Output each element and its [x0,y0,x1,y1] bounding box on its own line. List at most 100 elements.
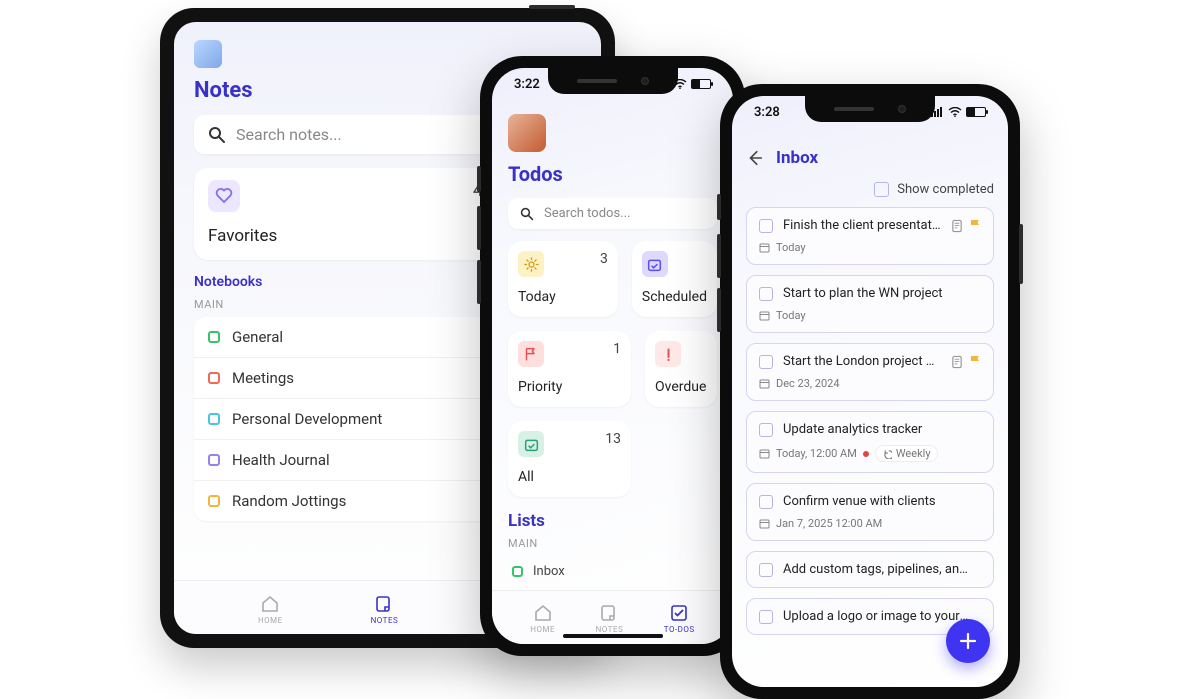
flag-icon [969,219,981,233]
search-placeholder: Search todos... [544,206,630,221]
calendar-icon [759,448,770,459]
todo-checkbox[interactable] [759,563,773,577]
battery-icon [966,107,986,117]
todo-title: Finish the client presentation [783,218,941,233]
check-icon [669,603,689,623]
checkbox-icon [874,182,889,197]
favorites-card[interactable]: 4 Favorites [194,168,497,260]
priority-count: 1 [613,341,621,357]
alert-icon [655,341,681,367]
overdue-card[interactable]: Overdue [645,331,717,407]
home-indicator[interactable] [563,634,663,638]
clock: 3:28 [754,105,780,120]
tab-home-label: HOME [258,616,283,625]
todo-title: Upload a logo or image to your b... [783,609,971,624]
tab-home-label: HOME [530,625,555,634]
home-icon [260,594,280,614]
todo-meta: Today, 12:00 AM Weekly [759,445,981,462]
note-icon [374,594,394,614]
search-input[interactable]: Search todos... [508,198,717,229]
tab-notes[interactable]: NOTES [371,594,399,625]
overdue-label: Overdue [655,379,707,395]
todo-checkbox[interactable] [759,287,773,301]
all-todos-card[interactable]: 13 All [508,421,631,497]
phone-inbox-device: 3:28 Inbox Show completed Finish the cli… [720,84,1020,699]
lists-heading: Lists [508,511,717,531]
todo-meta: Jan 7, 2025 12:00 AM [759,517,981,530]
today-count: 3 [600,251,608,267]
calendar-icon [759,378,770,389]
avatar[interactable] [194,40,222,68]
calendar-icon [759,242,770,253]
flag-icon [969,355,981,369]
tab-notes[interactable]: NOTES [596,603,624,634]
folder-icon [208,495,220,507]
priority-card[interactable]: 1 Priority [508,331,631,407]
tab-home[interactable]: HOME [258,594,283,625]
tab-notes-label: NOTES [596,625,624,634]
priority-label: Priority [518,379,621,395]
notebook-label: General [232,328,283,346]
todo-meta: Dec 23, 2024 [759,377,981,390]
todo-item[interactable]: Start to plan the WN project Today [746,275,994,333]
tab-todos[interactable]: TO-DOS [664,603,695,634]
add-button[interactable] [946,619,990,663]
flag-icon [518,341,544,367]
folder-icon [208,372,220,384]
today-label: Today [518,289,608,305]
notebook-label: Health Journal [232,451,330,469]
todo-item[interactable]: Add custom tags, pipelines, and s... [746,551,994,588]
todo-item[interactable]: Update analytics tracker Today, 12:00 AM… [746,411,994,473]
notebook-label: Meetings [232,369,294,387]
todo-checkbox[interactable] [759,610,773,624]
avatar[interactable] [508,114,546,152]
note-icon [951,219,963,233]
group-label: MAIN [508,537,717,550]
todo-title: Add custom tags, pipelines, and s... [783,562,971,577]
scheduled-card[interactable]: Scheduled [632,241,717,317]
page-title: Inbox [776,148,818,168]
todo-title: Confirm venue with clients [783,494,971,509]
todo-checkbox[interactable] [759,495,773,509]
home-icon [533,603,553,623]
todo-meta: Today [759,241,981,254]
todo-checkbox[interactable] [759,219,773,233]
tab-todos-label: TO-DOS [664,625,695,634]
notebook-label: Random Jottings [232,492,346,510]
tab-notes-label: NOTES [371,616,399,625]
search-placeholder: Search notes... [236,125,342,144]
calendar-icon [642,251,668,277]
clock: 3:22 [514,77,540,92]
overdue-dot [863,451,869,457]
todo-checkbox[interactable] [759,355,773,369]
page-title: Todos [508,162,717,186]
today-card[interactable]: 3 Today [508,241,618,317]
list-item[interactable]: Inbox [508,556,717,587]
todo-item[interactable]: Finish the client presentation Today [746,207,994,265]
todo-item[interactable]: Start the London project with So... Dec … [746,343,994,401]
sun-icon [518,251,544,277]
refresh-icon [882,449,892,459]
folder-icon [208,331,220,343]
tab-home[interactable]: HOME [530,603,555,634]
todo-title: Update analytics tracker [783,422,971,437]
note-icon [599,603,619,623]
folder-icon [208,454,220,466]
list-label: Inbox [533,564,565,579]
back-icon[interactable] [746,149,764,167]
show-completed-toggle[interactable]: Show completed [746,182,994,197]
todo-item[interactable]: Confirm venue with clients Jan 7, 2025 1… [746,483,994,541]
recurrence-badge: Weekly [875,445,938,462]
folder-icon [512,566,523,577]
show-completed-label: Show completed [897,182,994,197]
heart-icon [208,180,240,212]
calendar-check-icon [518,431,544,457]
search-icon [208,126,226,144]
note-icon [951,355,963,369]
todo-title: Start the London project with So... [783,354,941,369]
todo-checkbox[interactable] [759,423,773,437]
calendar-icon [759,310,770,321]
notebook-label: Personal Development [232,410,382,428]
folder-icon [208,413,220,425]
all-count: 13 [605,431,621,447]
